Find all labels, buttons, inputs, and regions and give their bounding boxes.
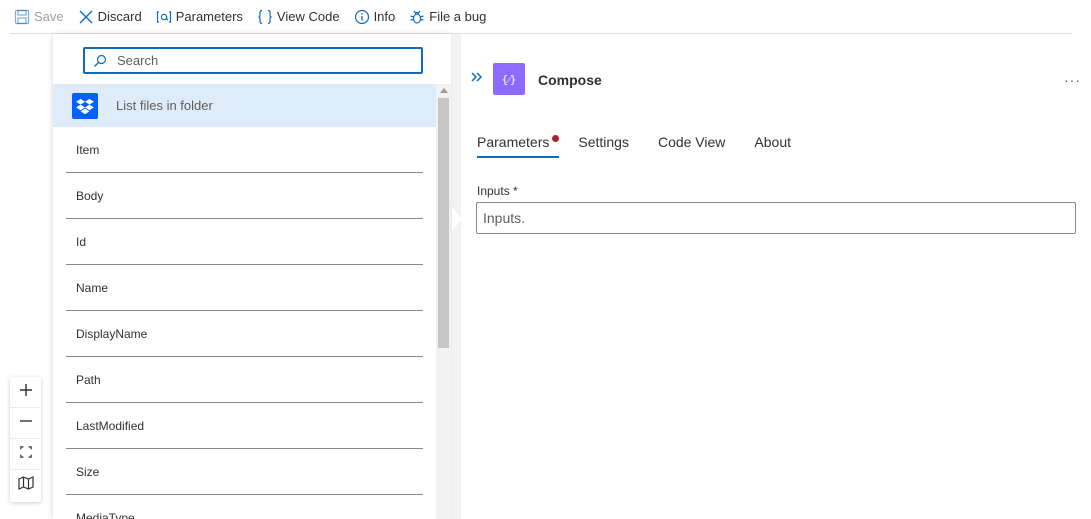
token-item[interactable]: Id	[66, 219, 423, 265]
more-options-button[interactable]: ···	[1064, 72, 1081, 88]
zoom-out-button[interactable]	[10, 408, 41, 439]
tab-about[interactable]: About	[754, 134, 791, 158]
file-bug-label: File a bug	[429, 9, 487, 24]
token-label: Path	[76, 372, 101, 387]
search-box[interactable]	[83, 47, 423, 74]
view-code-button[interactable]: View Code	[257, 0, 340, 33]
zoom-out-icon	[19, 414, 33, 433]
collapse-panel-button[interactable]	[469, 71, 485, 87]
token-item[interactable]: MediaType	[66, 495, 423, 519]
bug-icon	[409, 9, 425, 25]
token-label: Id	[76, 234, 87, 249]
zoom-in-button[interactable]	[10, 377, 41, 408]
token-item[interactable]: Body	[66, 173, 423, 219]
search-input[interactable]	[117, 53, 407, 68]
group-title: List files in folder	[116, 98, 213, 113]
token-item[interactable]: Item	[66, 127, 423, 173]
close-icon	[78, 9, 94, 25]
parameters-label: Parameters	[175, 9, 243, 24]
fit-view-icon	[19, 445, 32, 463]
token-label: Name	[76, 280, 109, 295]
discard-button[interactable]: Discard	[78, 0, 142, 33]
parameters-button[interactable]: Parameters	[156, 0, 243, 33]
fit-view-button[interactable]	[10, 439, 41, 470]
info-label: Info	[373, 9, 396, 24]
panel-tabs: Parameters Settings Code View About	[477, 134, 820, 158]
zoom-controls	[10, 377, 41, 502]
tab-label: Code View	[657, 134, 726, 150]
error-indicator-dot	[552, 135, 560, 142]
file-bug-button[interactable]: File a bug	[409, 0, 486, 33]
token-item[interactable]: DisplayName	[66, 311, 423, 357]
tab-code-view[interactable]: Code View	[658, 134, 725, 158]
tab-settings[interactable]: Settings	[578, 134, 629, 158]
view-code-label: View Code	[276, 9, 340, 24]
toolbar: Save Discard Parameters View Code Info F…	[0, 0, 1091, 33]
tab-label: Parameters	[477, 134, 550, 150]
info-button[interactable]: Info	[354, 0, 396, 33]
inputs-field[interactable]	[476, 202, 1076, 234]
save-button[interactable]: Save	[14, 0, 64, 33]
info-icon	[354, 9, 370, 25]
double-chevron-right-icon	[470, 70, 484, 88]
token-item[interactable]: Name	[66, 265, 423, 311]
save-icon	[14, 9, 30, 25]
compose-action-icon: {⁄}	[493, 63, 525, 95]
token-item[interactable]: Size	[66, 449, 423, 495]
action-title[interactable]: Compose	[538, 72, 602, 88]
token-label: Size	[76, 464, 100, 479]
parameters-icon	[156, 9, 172, 25]
code-braces-icon	[257, 9, 273, 25]
token-item[interactable]: LastModified	[66, 403, 423, 449]
dynamic-content-panel: List files in folder Item Body Id Name D…	[53, 34, 451, 519]
token-item[interactable]: Path	[66, 357, 423, 403]
scroll-up-arrow-icon[interactable]	[440, 88, 448, 93]
search-icon	[93, 54, 107, 68]
minimap-button[interactable]	[10, 470, 41, 501]
tab-parameters[interactable]: Parameters	[477, 134, 560, 158]
dropbox-icon	[72, 92, 98, 119]
token-label: Body	[76, 188, 104, 203]
save-label: Save	[34, 9, 64, 24]
inputs-label: Inputs *	[477, 184, 518, 198]
zoom-in-icon	[19, 383, 33, 402]
tab-label: About	[754, 134, 791, 150]
token-label: Item	[76, 142, 100, 157]
panel-resize-divider[interactable]	[452, 34, 461, 519]
discard-label: Discard	[97, 9, 142, 24]
token-label: MediaType	[76, 510, 135, 519]
scroll-thumb[interactable]	[438, 98, 449, 348]
action-details-panel: {⁄} Compose ··· Parameters Settings Code…	[461, 34, 1091, 519]
minimap-icon	[17, 476, 34, 495]
token-label: DisplayName	[76, 326, 148, 341]
action-group-header[interactable]: List files in folder	[53, 84, 436, 127]
tab-label: Settings	[578, 134, 629, 150]
token-list: Item Body Id Name DisplayName Path LastM…	[66, 127, 423, 519]
scrollbar[interactable]	[436, 84, 451, 519]
token-label: LastModified	[76, 418, 145, 433]
